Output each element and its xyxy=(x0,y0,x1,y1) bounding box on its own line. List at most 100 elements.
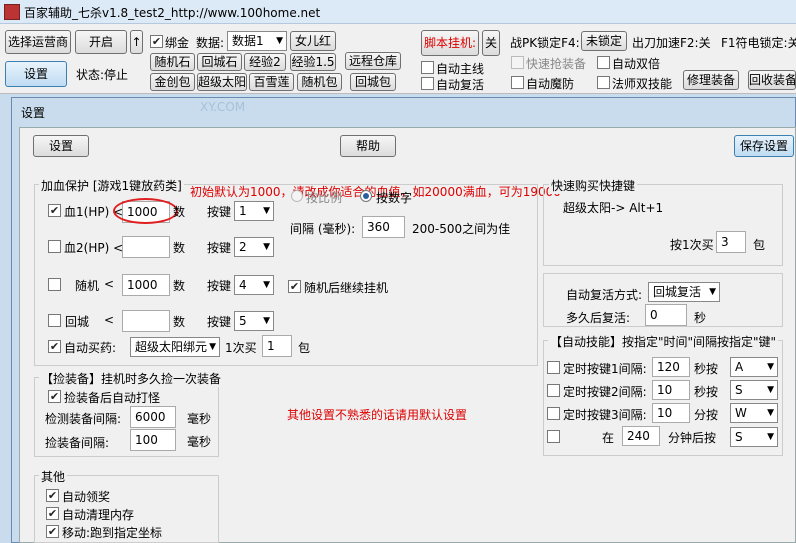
auto-revive-checkbox[interactable] xyxy=(421,77,434,90)
return-key-value: 5 xyxy=(239,314,247,328)
timer4-input[interactable]: 240 xyxy=(622,426,660,446)
random-key-value: 4 xyxy=(239,278,247,292)
timer1-key-select[interactable]: A ▼ xyxy=(730,357,778,377)
clean-memory-label: 自动清理内存 xyxy=(62,508,135,522)
auto-buy-checkbox[interactable]: ✔ xyxy=(48,340,61,353)
timer3-checkbox[interactable] xyxy=(547,407,560,420)
timer4-label: 在 xyxy=(602,431,615,445)
random-checkbox[interactable] xyxy=(48,278,61,291)
random-unit: 数 xyxy=(173,279,186,293)
hp2-input[interactable] xyxy=(122,236,170,258)
return-bag-button[interactable]: 回城包 xyxy=(350,73,396,91)
bind-gold-label: 绑金 xyxy=(165,36,190,50)
nv-erhong-button[interactable]: 女儿红 xyxy=(290,31,336,51)
random-key-select[interactable]: 4 ▼ xyxy=(234,275,274,295)
random-input[interactable]: 1000 xyxy=(122,274,170,296)
chevron-down-icon: ▼ xyxy=(767,432,774,442)
continue-checkbox[interactable]: ✔ xyxy=(288,280,301,293)
auto-main-checkbox[interactable] xyxy=(421,61,434,74)
timer1-checkbox[interactable] xyxy=(547,361,560,374)
hundred-lotus-button[interactable]: 百雪莲 xyxy=(249,73,294,91)
timer2-label: 定时按键2间隔: xyxy=(563,385,647,399)
auto-buy-item-select[interactable]: 超级太阳绑元 ▼ xyxy=(130,337,220,357)
auto-revive-label: 自动复活 xyxy=(436,78,485,92)
super-sun-button[interactable]: 超级太阳 xyxy=(197,73,247,91)
revive-mode-value: 回城复活 xyxy=(653,285,702,299)
interval-input[interactable]: 360 xyxy=(362,216,405,238)
random-lt: < xyxy=(104,277,115,291)
hp2-key-value: 2 xyxy=(239,240,247,254)
timer4-checkbox[interactable] xyxy=(547,430,560,443)
return-key-select[interactable]: 5 ▼ xyxy=(234,311,274,331)
clean-memory-checkbox[interactable]: ✔ xyxy=(46,507,59,520)
save-button[interactable]: 保存设置 xyxy=(734,135,794,157)
auto-reward-checkbox[interactable]: ✔ xyxy=(46,489,59,502)
chevron-down-icon: ▼ xyxy=(263,242,270,252)
revive-mode-select[interactable]: 回城复活 ▼ xyxy=(648,282,720,302)
repair-button[interactable]: 修理装备 xyxy=(683,70,739,90)
script-off-button[interactable]: 关 xyxy=(482,30,500,56)
app-icon xyxy=(4,4,20,20)
random-bag-button[interactable]: 随机包 xyxy=(297,73,342,91)
timer3-key-select[interactable]: W ▼ xyxy=(730,403,778,423)
number-radio[interactable] xyxy=(360,190,372,202)
timer4-key-value: S xyxy=(735,430,743,444)
exp2-button[interactable]: 经验2 xyxy=(244,53,286,71)
timer3-input[interactable]: 10 xyxy=(652,403,690,423)
revive-mode-label: 自动复活方式: xyxy=(566,288,643,302)
return-checkbox[interactable] xyxy=(48,314,61,327)
timer2-input[interactable]: 10 xyxy=(652,380,690,400)
start-button[interactable]: 开启 xyxy=(75,30,127,54)
help-button[interactable]: 帮助 xyxy=(340,135,396,157)
auto-sort-checkbox[interactable]: ✔ xyxy=(48,390,61,403)
per-buy-input[interactable]: 1 xyxy=(262,335,292,357)
script-hook-button[interactable]: 脚本挂机: xyxy=(421,30,479,56)
random-label: 随机 xyxy=(75,279,100,293)
timer4-key-select[interactable]: S ▼ xyxy=(730,427,778,447)
mage-skill-checkbox[interactable] xyxy=(597,76,610,89)
return-stone-button[interactable]: 回城石 xyxy=(197,53,242,71)
timer2-key-select[interactable]: S ▼ xyxy=(730,380,778,400)
timer1-label: 定时按键1间隔: xyxy=(563,362,647,376)
random-stone-button[interactable]: 随机石 xyxy=(150,53,195,71)
chevron-down-icon: ▼ xyxy=(276,36,283,46)
recycle-button[interactable]: 回收装备 xyxy=(748,70,796,90)
hp2-key-label: 按键 xyxy=(207,241,232,255)
gold-bag-button[interactable]: 金创包 xyxy=(150,73,195,91)
f1-lock-label: F1符电锁定:关 xyxy=(721,36,796,50)
quickbuy-per-input[interactable]: 3 xyxy=(716,231,746,253)
return-input[interactable] xyxy=(122,310,170,332)
revive-delay-input[interactable]: 0 xyxy=(645,304,687,326)
remote-warehouse-button[interactable]: 远程仓库 xyxy=(345,52,401,70)
quick-buy-checkbox[interactable] xyxy=(511,56,524,69)
detect-input[interactable]: 6000 xyxy=(130,406,176,428)
hp1-checkbox[interactable]: ✔ xyxy=(48,204,61,217)
select-operator-button[interactable]: 选择运营商 xyxy=(5,30,71,54)
chevron-down-icon: ▼ xyxy=(767,385,774,395)
tab-settings[interactable]: 设置 xyxy=(33,135,89,157)
exp15-button[interactable]: 经验1.5 xyxy=(290,53,336,71)
settings-button[interactable]: 设置 xyxy=(5,61,67,87)
pick-input[interactable]: 100 xyxy=(130,429,176,451)
unlock-button[interactable]: 未锁定 xyxy=(581,31,627,51)
status-text: 状态:停止 xyxy=(76,68,129,82)
hp2-key-select[interactable]: 2 ▼ xyxy=(234,237,274,257)
ratio-radio[interactable] xyxy=(291,190,303,202)
timer2-checkbox[interactable] xyxy=(547,384,560,397)
move-coord-label: 移动:跑到指定坐标 xyxy=(62,526,163,540)
auto-demon-checkbox[interactable] xyxy=(511,76,524,89)
hp2-checkbox[interactable] xyxy=(48,240,61,253)
hp1-key-select[interactable]: 1 ▼ xyxy=(234,201,274,221)
move-coord-checkbox[interactable]: ✔ xyxy=(46,525,59,538)
quickbuy-per-label: 按1次买 xyxy=(670,238,714,252)
other-group-title: 其他 xyxy=(39,468,68,485)
auto-double-checkbox[interactable] xyxy=(597,56,610,69)
revive-delay-unit: 秒 xyxy=(694,311,707,325)
hp1-key-label: 按键 xyxy=(207,205,232,219)
auto-buy-item-value: 超级太阳绑元 xyxy=(135,340,208,354)
data-select[interactable]: 数据1 ▼ xyxy=(227,31,287,51)
up-arrow-button[interactable]: ↑ xyxy=(130,30,143,54)
chevron-down-icon: ▼ xyxy=(263,280,270,290)
timer1-input[interactable]: 120 xyxy=(652,357,690,377)
bind-gold-checkbox[interactable]: ✔ xyxy=(150,35,163,48)
